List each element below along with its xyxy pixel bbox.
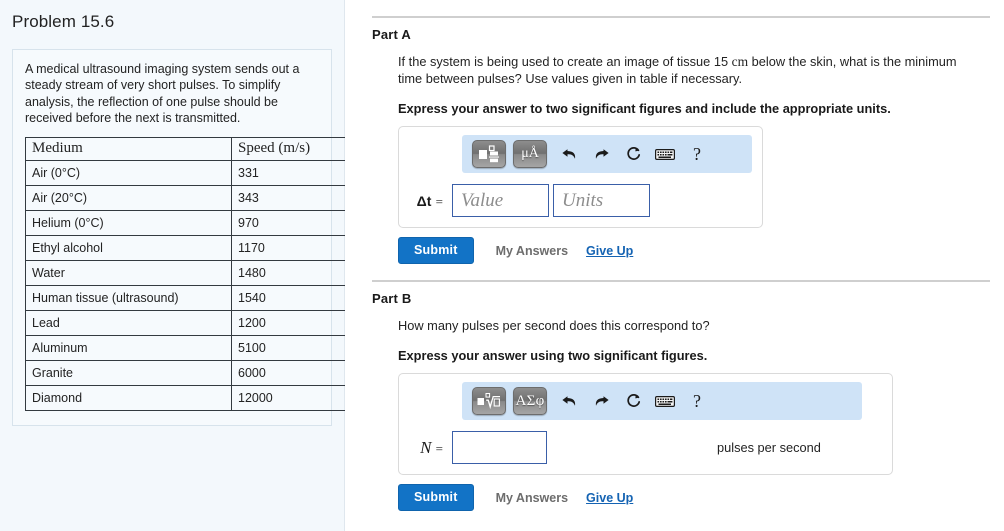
table-row: Ethyl alcohol 1170 bbox=[25, 235, 346, 262]
part-a-answer-panel: μÅ ? Δt = Value Units bbox=[398, 126, 763, 228]
cell-medium: Air (20°C) bbox=[25, 185, 232, 212]
part-b-answer-row: N = pulses per second bbox=[409, 431, 882, 464]
undo-arrow-icon[interactable] bbox=[554, 140, 584, 168]
part-a-question: If the system is being used to create an… bbox=[398, 53, 976, 87]
question-unit: cm bbox=[731, 54, 749, 69]
help-question-icon[interactable]: ? bbox=[682, 140, 712, 168]
part-b-value-input[interactable] bbox=[452, 431, 547, 464]
equals-sign: = bbox=[435, 193, 443, 209]
cell-medium: Ethyl alcohol bbox=[25, 235, 232, 262]
math-template-fraction-icon[interactable] bbox=[472, 140, 506, 168]
part-a-math-toolbar: μÅ ? bbox=[462, 135, 752, 173]
equals-sign: = bbox=[435, 440, 443, 456]
table-row: Helium (0°C) 970 bbox=[25, 210, 346, 237]
keyboard-icon[interactable] bbox=[650, 140, 680, 168]
cell-medium: Helium (0°C) bbox=[25, 210, 232, 237]
cell-medium: Diamond bbox=[25, 385, 232, 412]
part-a-body: If the system is being used to create an… bbox=[372, 53, 990, 264]
cell-speed: 1170 bbox=[231, 235, 346, 262]
help-question-icon[interactable]: ? bbox=[682, 387, 712, 415]
undo-arrow-icon[interactable] bbox=[554, 387, 584, 415]
part-b-heading: Part B bbox=[372, 291, 412, 306]
part-a-units-input[interactable] bbox=[553, 184, 650, 217]
cell-speed: 1480 bbox=[231, 260, 346, 287]
parts-container: Part A If the system is being used to cr… bbox=[345, 0, 1004, 531]
table-row: Lead 1200 bbox=[25, 310, 346, 337]
column-header-medium: Medium bbox=[25, 137, 232, 162]
part-a-my-answers-link[interactable]: My Answers bbox=[496, 244, 568, 258]
delta-t-symbol: Δt bbox=[416, 192, 432, 209]
part-a-heading: Part A bbox=[372, 27, 412, 42]
math-template-nth-root-icon[interactable] bbox=[472, 387, 506, 415]
units-symbols-button[interactable]: μÅ bbox=[513, 140, 547, 168]
part-b-body: How many pulses per second does this cor… bbox=[372, 317, 990, 511]
cell-speed: 1200 bbox=[231, 310, 346, 337]
cell-medium: Air (0°C) bbox=[25, 160, 232, 187]
column-header-speed: Speed (m/s) bbox=[231, 137, 346, 162]
table-row: Human tissue (ultrasound) 1540 bbox=[25, 285, 346, 312]
table-row: Air (0°C) 331 bbox=[25, 160, 346, 187]
table-row: Water 1480 bbox=[25, 260, 346, 287]
part-a-give-up-link[interactable]: Give Up bbox=[586, 244, 633, 258]
part-a-instruction: Express your answer to two significant f… bbox=[398, 101, 891, 116]
part-a-submit-row: Submit My Answers Give Up bbox=[398, 237, 990, 264]
cell-speed: 1540 bbox=[231, 285, 346, 312]
part-b-answer-panel: ΑΣφ ? N = pulses per second bbox=[398, 373, 893, 475]
cell-medium: Aluminum bbox=[25, 335, 232, 362]
cell-speed: 343 bbox=[231, 185, 346, 212]
speed-of-sound-table: Medium Speed (m/s) Air (0°C) 331 Air (20… bbox=[25, 137, 346, 412]
table-row: Air (20°C) 343 bbox=[25, 185, 346, 212]
part-a-divider bbox=[372, 16, 990, 18]
cell-speed: 6000 bbox=[231, 360, 346, 387]
greek-symbols-button[interactable]: ΑΣφ bbox=[513, 387, 547, 415]
cell-medium: Lead bbox=[25, 310, 232, 337]
reset-circular-arrow-icon[interactable] bbox=[618, 387, 648, 415]
part-b-instruction: Express your answer using two significan… bbox=[398, 348, 708, 363]
part-b-submit-row: Submit My Answers Give Up bbox=[398, 484, 990, 511]
table-row: Granite 6000 bbox=[25, 360, 346, 387]
reset-circular-arrow-icon[interactable] bbox=[618, 140, 648, 168]
page-title: Problem 15.6 bbox=[12, 12, 115, 31]
cell-medium: Granite bbox=[25, 360, 232, 387]
problem-page: Problem 15.6 A medical ultrasound imagin… bbox=[0, 0, 1004, 531]
part-b-question: How many pulses per second does this cor… bbox=[398, 318, 710, 333]
problem-sidebar: Problem 15.6 A medical ultrasound imagin… bbox=[0, 0, 346, 531]
table-row: Diamond 12000 bbox=[25, 385, 346, 412]
cell-speed: 12000 bbox=[231, 385, 346, 412]
table-row: Aluminum 5100 bbox=[25, 335, 346, 362]
problem-statement-box: A medical ultrasound imaging system send… bbox=[12, 49, 346, 427]
part-a-answer-row: Δt = bbox=[409, 184, 752, 217]
part-b-trailing-units: pulses per second bbox=[717, 440, 821, 455]
cell-medium: Water bbox=[25, 260, 232, 287]
cell-speed: 970 bbox=[231, 210, 346, 237]
redo-arrow-icon[interactable] bbox=[586, 140, 616, 168]
keyboard-icon[interactable] bbox=[650, 387, 680, 415]
table-header-row: Medium Speed (m/s) bbox=[25, 137, 346, 162]
question-text-pre: If the system is being used to create an… bbox=[398, 54, 732, 69]
cell-speed: 331 bbox=[231, 160, 346, 187]
part-b-variable-label: N = bbox=[409, 438, 452, 458]
part-b-give-up-link[interactable]: Give Up bbox=[586, 491, 633, 505]
part-a-variable-label: Δt = bbox=[409, 191, 452, 211]
problem-statement-text: A medical ultrasound imaging system send… bbox=[25, 62, 300, 125]
part-b-my-answers-link[interactable]: My Answers bbox=[496, 491, 568, 505]
part-b-math-toolbar: ΑΣφ ? bbox=[462, 382, 862, 420]
part-a-submit-button[interactable]: Submit bbox=[398, 237, 474, 264]
cell-speed: 5100 bbox=[231, 335, 346, 362]
redo-arrow-icon[interactable] bbox=[586, 387, 616, 415]
cell-medium: Human tissue (ultrasound) bbox=[25, 285, 232, 312]
part-b-divider bbox=[372, 280, 990, 282]
n-symbol: N bbox=[420, 437, 432, 457]
part-a-value-input[interactable] bbox=[452, 184, 549, 217]
part-b-submit-button[interactable]: Submit bbox=[398, 484, 474, 511]
